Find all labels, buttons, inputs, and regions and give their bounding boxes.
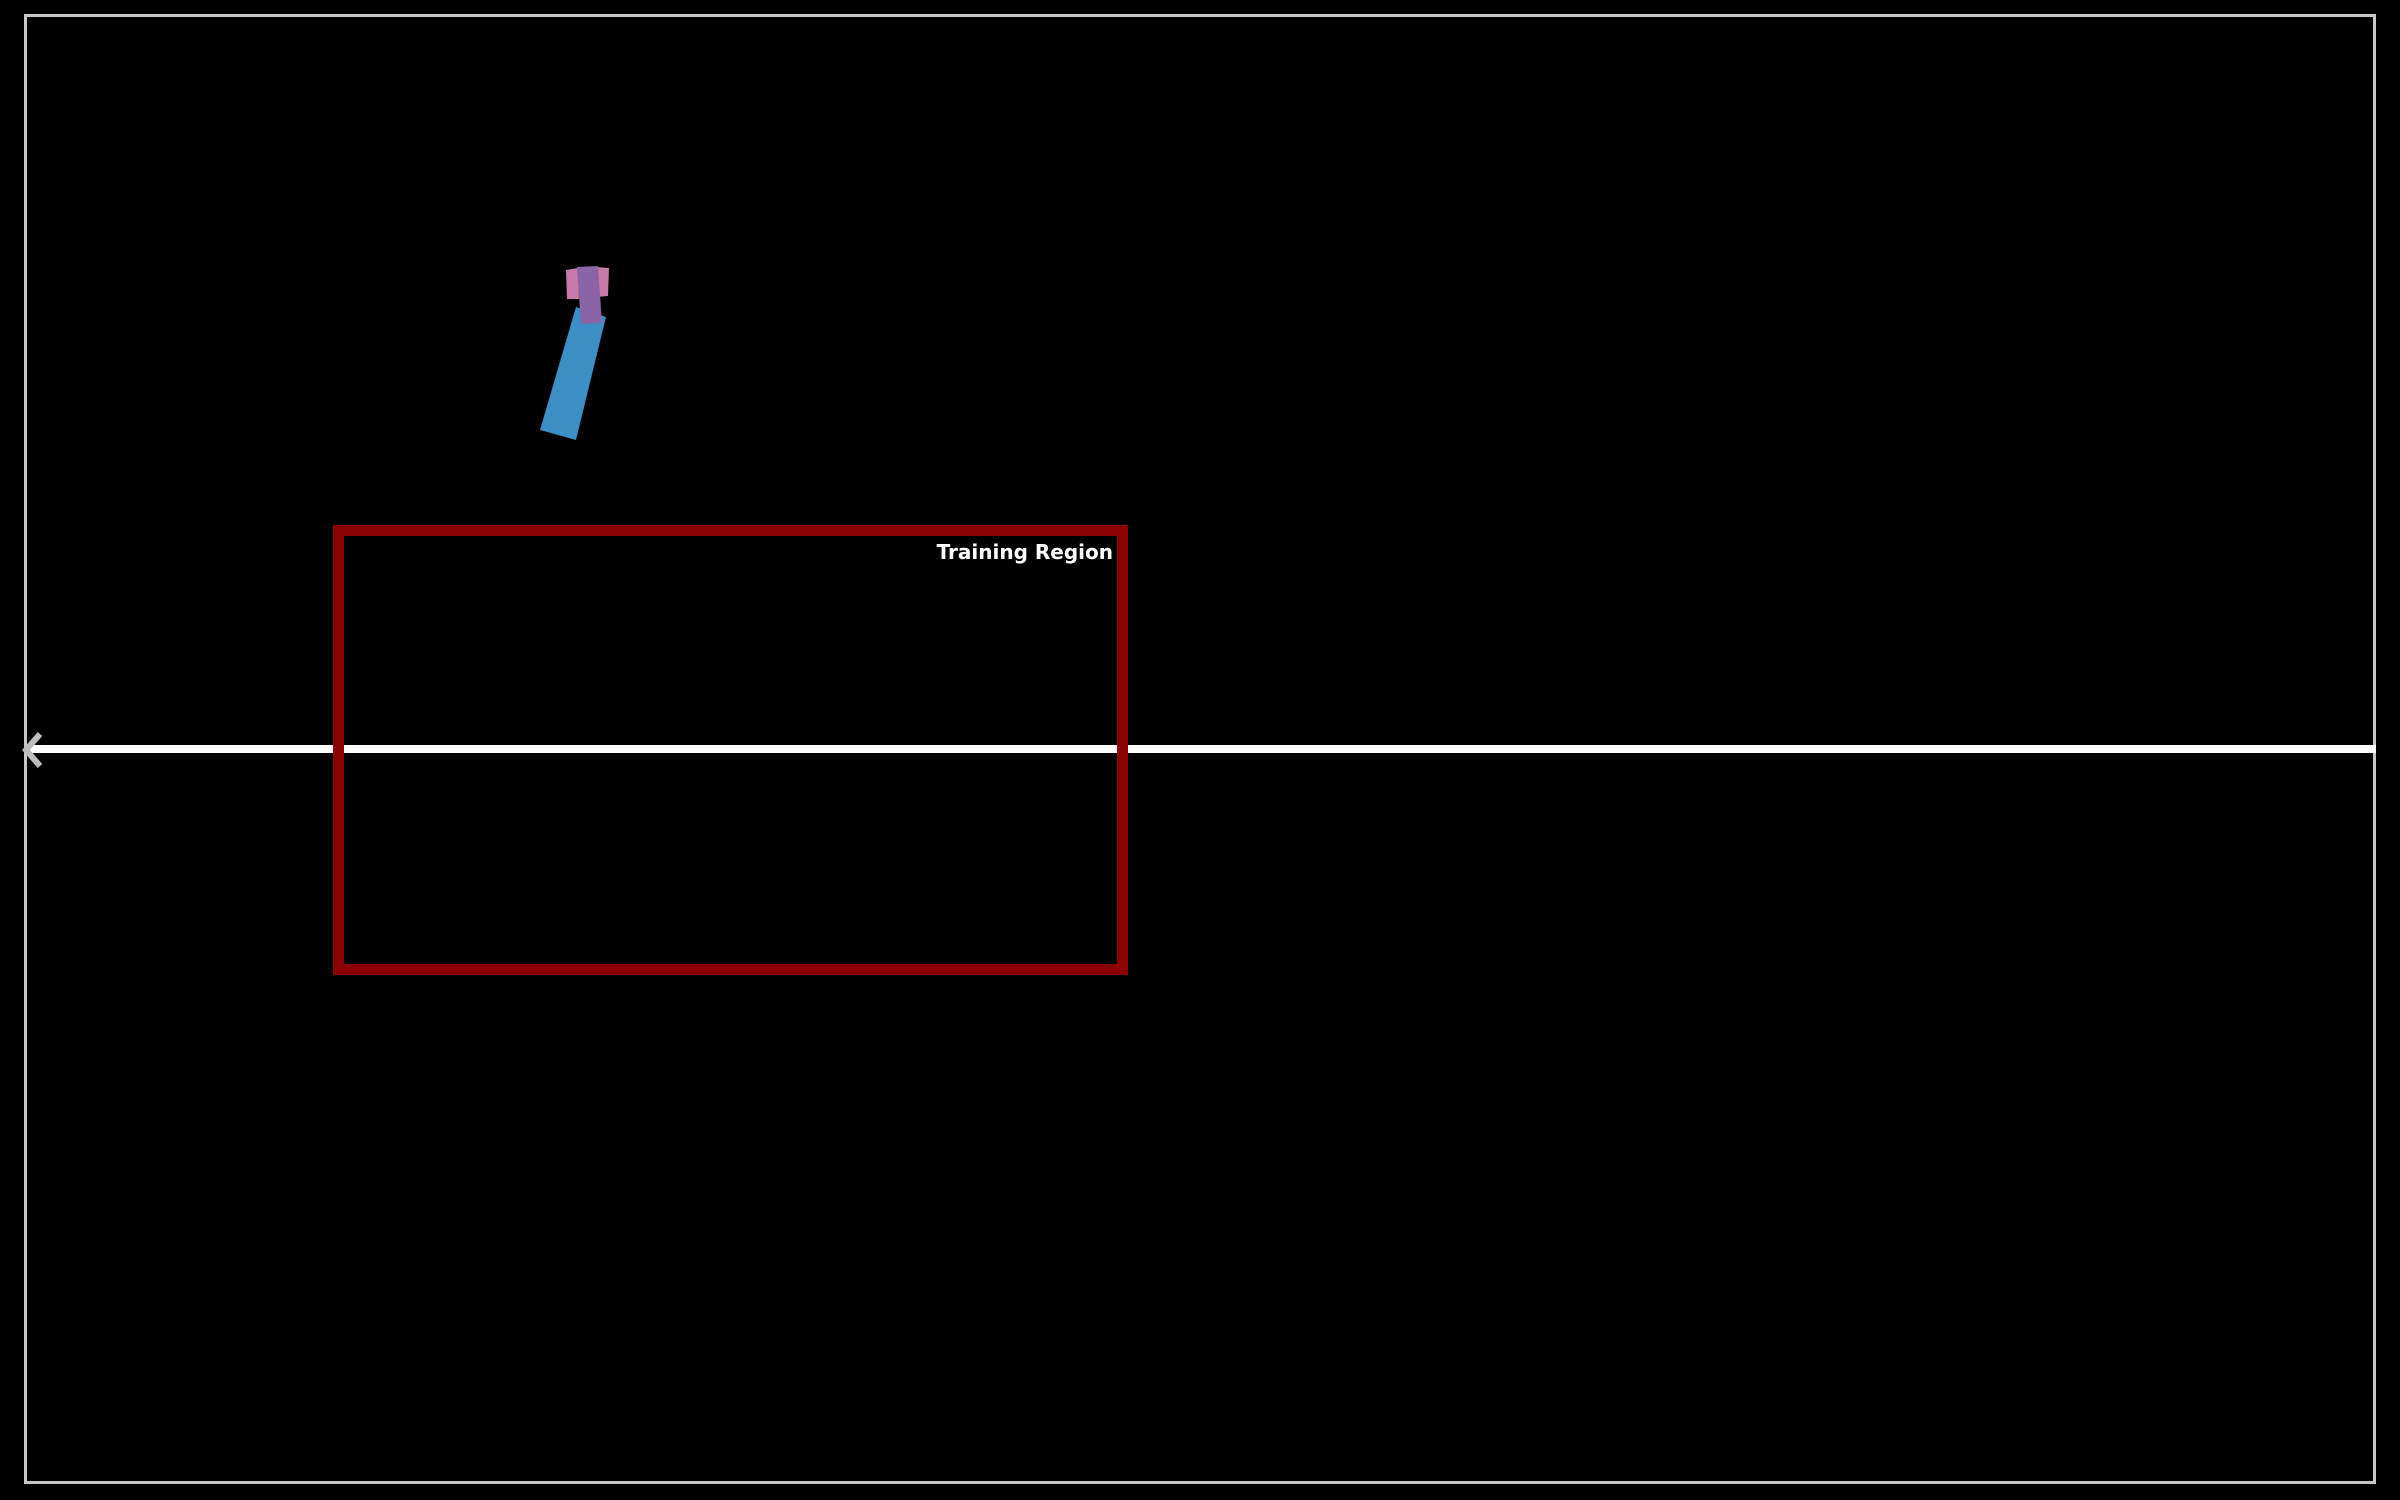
- agent-left-arm: [566, 268, 579, 299]
- chevron-left-icon: [22, 732, 43, 768]
- game-canvas: Training Region: [0, 0, 2400, 1500]
- training-region: Training Region: [333, 525, 1128, 975]
- agent: [540, 266, 609, 440]
- agent-torso: [577, 266, 602, 324]
- training-region-label: Training Region: [936, 540, 1113, 564]
- agent-leg: [540, 307, 606, 440]
